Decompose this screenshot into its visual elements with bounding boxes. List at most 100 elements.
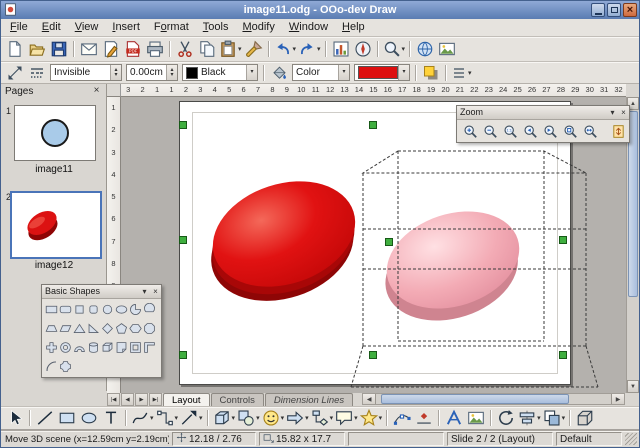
rounded-square-shape-button[interactable]: [87, 303, 100, 316]
zoom-next-button[interactable]: [541, 122, 559, 140]
dropdown-arrow-icon[interactable]: ▾: [305, 414, 309, 422]
menu-file[interactable]: File: [3, 19, 35, 36]
dropdown-arrow-icon[interactable]: ▾: [537, 414, 541, 422]
cut-button[interactable]: [175, 39, 195, 59]
menu-tools[interactable]: Tools: [196, 19, 236, 36]
next-layer-button[interactable]: ▶: [135, 393, 148, 406]
menu-view[interactable]: View: [68, 19, 106, 36]
line-style-select[interactable]: Invisible▴▾: [50, 64, 122, 81]
dropdown-arrow-icon[interactable]: ▾: [238, 45, 242, 53]
undo-button[interactable]: ▾: [274, 39, 297, 59]
zoom-previous-button[interactable]: [521, 122, 539, 140]
flowchart-button[interactable]: ▾: [311, 408, 334, 428]
shadow-button[interactable]: [421, 63, 441, 83]
dropdown-arrow-icon[interactable]: ▾: [256, 414, 260, 422]
minimize-button[interactable]: [591, 3, 605, 17]
lines-arrows-button[interactable]: ▾: [180, 408, 203, 428]
rotate-button[interactable]: [496, 408, 516, 428]
zoom-page-width-button[interactable]: [581, 122, 599, 140]
ellipse-shape-button[interactable]: [115, 303, 128, 316]
redo-button[interactable]: ▾: [298, 39, 321, 59]
block-arc-shape-button[interactable]: [73, 341, 86, 354]
format-paintbrush-button[interactable]: [244, 39, 264, 59]
page-thumbnail-1[interactable]: [14, 105, 96, 161]
tab-layout[interactable]: Layout: [163, 393, 210, 406]
menu-insert[interactable]: Insert: [105, 19, 147, 36]
page-style-field[interactable]: Default: [556, 432, 622, 446]
menu-window[interactable]: Window: [282, 19, 335, 36]
chart-button[interactable]: [331, 39, 351, 59]
horizontal-scrollbar[interactable]: ◀ ▶: [362, 393, 625, 405]
hexagon-shape-button[interactable]: [129, 322, 142, 335]
dropdown-arrow-icon[interactable]: ▾: [281, 414, 285, 422]
new-document-button[interactable]: [5, 39, 25, 59]
pentagon-shape-button[interactable]: [115, 322, 128, 335]
dropdown-arrow-icon[interactable]: ▾: [330, 414, 334, 422]
alignment-button[interactable]: ▾: [518, 408, 541, 428]
resize-grip[interactable]: [625, 433, 637, 445]
scrollbar-thumb[interactable]: [381, 394, 569, 404]
zoom-100-button[interactable]: 1:1: [501, 122, 519, 140]
circle-segment-shape-button[interactable]: [143, 303, 156, 316]
arrow-style-button[interactable]: [5, 63, 25, 83]
octagon-shape-button[interactable]: [143, 322, 156, 335]
export-pdf-button[interactable]: PDF: [123, 39, 143, 59]
hyperlink-button[interactable]: [415, 39, 435, 59]
zoom-in-button[interactable]: [461, 122, 479, 140]
object-size-field[interactable]: 15.82 x 17.7: [259, 432, 345, 446]
cursor-position-field[interactable]: 12.18 / 2.76: [172, 432, 256, 446]
basic-shapes-close-button[interactable]: ×: [150, 286, 161, 298]
connector-button[interactable]: ▾: [156, 408, 179, 428]
basic-shapes-titlebar[interactable]: Basic Shapes ▾ ×: [42, 285, 161, 299]
dropdown-arrow-icon[interactable]: ▾: [468, 69, 472, 77]
symbol-shapes-button[interactable]: ▾: [262, 408, 285, 428]
diamond-shape-button[interactable]: [101, 322, 114, 335]
scroll-right-button[interactable]: ▶: [611, 394, 624, 404]
dropdown-arrow-icon[interactable]: ▾: [317, 45, 321, 53]
fontwork-button[interactable]: [444, 408, 464, 428]
fill-bucket-button[interactable]: [269, 63, 289, 83]
dropdown-arrow-icon[interactable]: ▾: [293, 45, 297, 53]
zoom-out-button[interactable]: [481, 122, 499, 140]
save-button[interactable]: [49, 39, 69, 59]
page-thumbnail-2-selected[interactable]: [10, 191, 102, 259]
line-tool-button[interactable]: [35, 408, 55, 428]
rectangle-shape-button[interactable]: [45, 303, 58, 316]
scrollbar-track[interactable]: [376, 394, 611, 404]
basic-shapes-palette[interactable]: Basic Shapes ▾ ×: [41, 284, 162, 378]
page-canvas[interactable]: [179, 101, 571, 385]
cylinder-shape-button[interactable]: [87, 341, 100, 354]
dropdown-arrow-icon[interactable]: ▾: [199, 414, 203, 422]
stars-button[interactable]: ▾: [360, 408, 383, 428]
circle-pie-shape-button[interactable]: [129, 303, 142, 316]
dropdown-arrow-icon[interactable]: ▾: [398, 65, 409, 80]
titlebar[interactable]: image11.odg - OOo-dev Draw ×: [1, 1, 639, 19]
triangle-shape-button[interactable]: [73, 322, 86, 335]
palette-menu-button[interactable]: ▾: [139, 286, 150, 298]
line-style-button[interactable]: [27, 63, 47, 83]
block-arrows-button[interactable]: ▾: [286, 408, 309, 428]
gallery-button[interactable]: [437, 39, 457, 59]
zoom-toolbar-titlebar[interactable]: Zoom ▾ ×: [457, 106, 629, 120]
ring-shape-button[interactable]: [59, 341, 72, 354]
arrange-button[interactable]: ▾: [543, 408, 566, 428]
zoom-shift-button[interactable]: [609, 122, 627, 140]
horizontal-ruler[interactable]: 3211234567891011121314151617181920212223…: [121, 84, 626, 97]
glue-points-button[interactable]: [414, 408, 434, 428]
copy-button[interactable]: [197, 39, 217, 59]
menu-edit[interactable]: Edit: [35, 19, 68, 36]
paste-button[interactable]: ▾: [219, 39, 242, 59]
tab-controls[interactable]: Controls: [211, 393, 264, 406]
first-layer-button[interactable]: |◀: [107, 393, 120, 406]
basic-shapes-button[interactable]: ▾: [237, 408, 260, 428]
select-button[interactable]: [5, 408, 25, 428]
dropdown-arrow-icon[interactable]: ▾: [232, 414, 236, 422]
dropdown-arrow-icon[interactable]: ▾: [338, 65, 349, 80]
dropdown-arrow-icon[interactable]: ▾: [150, 414, 154, 422]
palette-menu-button[interactable]: ▾: [607, 107, 618, 119]
close-button[interactable]: ×: [623, 3, 637, 17]
parallelogram-shape-button[interactable]: [59, 322, 72, 335]
rounded-rectangle-shape-button[interactable]: [59, 303, 72, 316]
zoom-button[interactable]: ▾: [383, 39, 406, 59]
insert-picture-button[interactable]: [466, 408, 486, 428]
